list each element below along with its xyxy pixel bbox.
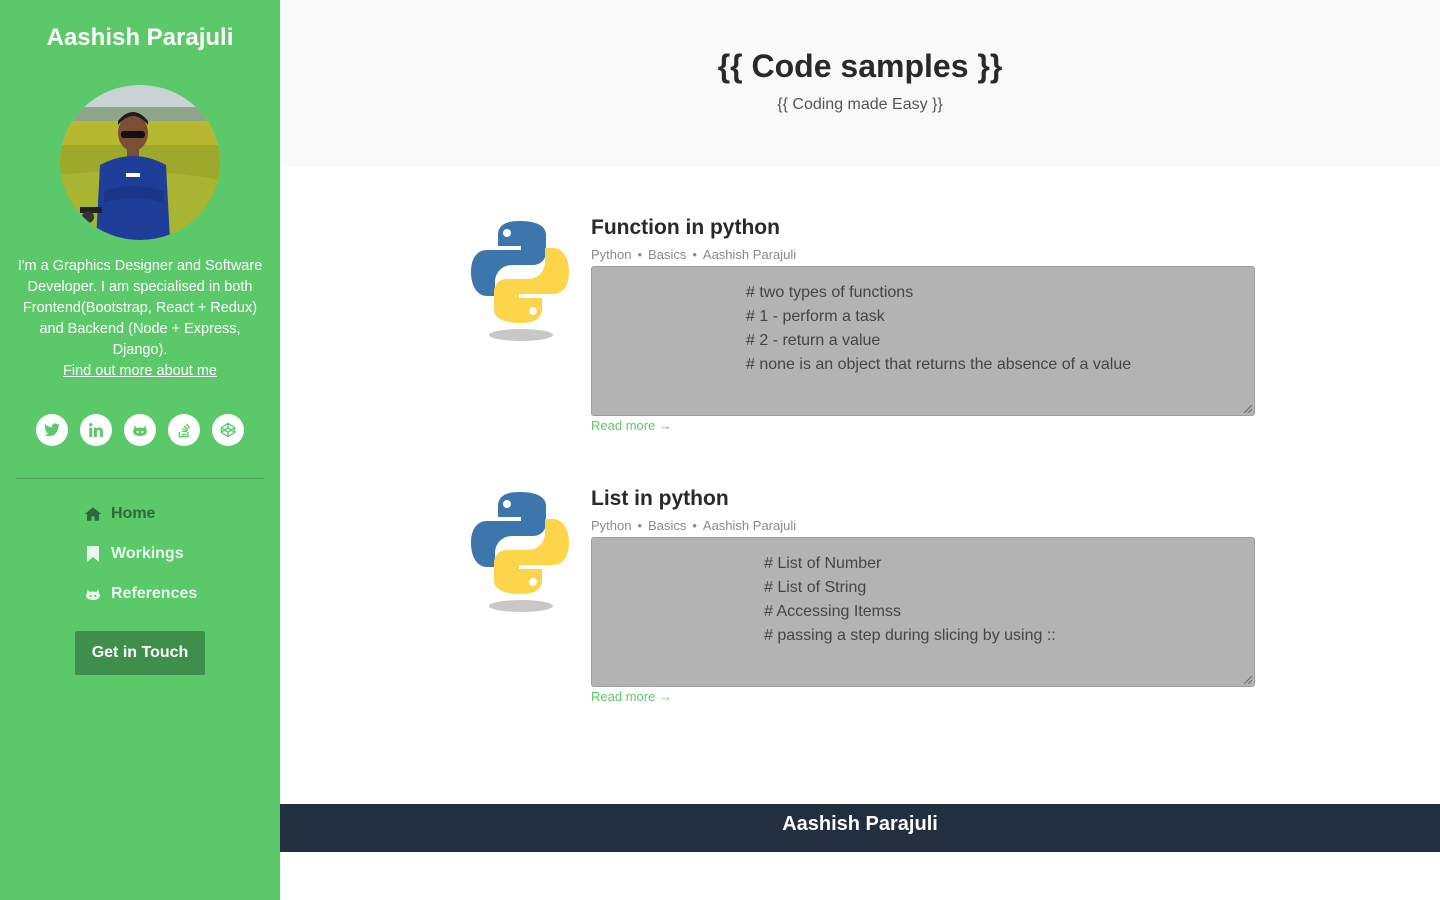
get-in-touch-button[interactable]: Get in Touch (75, 631, 205, 675)
nav-label-workings: Workings (111, 545, 184, 562)
sidebar-divider (16, 478, 264, 479)
meta-separator: • (637, 518, 643, 533)
page-title: {{ Code samples }} (717, 48, 1003, 84)
home-icon (84, 505, 102, 523)
stack-overflow-link[interactable] (168, 414, 200, 446)
post-author: Aashish Parajuli (702, 518, 797, 533)
read-more-link[interactable]: Read more → (591, 418, 672, 433)
twitter-icon (44, 423, 60, 437)
python-logo-icon (470, 216, 570, 346)
linkedin-link[interactable] (80, 414, 112, 446)
python-logo-icon (470, 487, 570, 617)
about-link[interactable]: Find out more about me (63, 363, 217, 379)
code-textarea[interactable]: # two types of functions # 1 - perform a… (591, 266, 1255, 416)
code-line: # passing a step during slicing by using… (764, 627, 1056, 644)
social-links (0, 414, 280, 446)
resize-handle-icon[interactable] (1244, 405, 1252, 413)
resize-handle-icon[interactable] (1244, 676, 1252, 684)
post-title[interactable]: List in python (591, 487, 729, 511)
post-tag: Basics (648, 247, 687, 262)
post-category: Python (591, 247, 632, 262)
github-icon (133, 425, 147, 436)
meta-separator: • (692, 518, 697, 533)
code-line: # 2 - return a value (746, 332, 881, 349)
code-line: # none is an object that returns the abs… (746, 356, 1132, 373)
bookmark-icon (84, 545, 102, 563)
code-line: # Accessing Itemss (764, 603, 901, 620)
post-category: Python (591, 518, 632, 533)
footer-text: Aashish Parajuli (782, 813, 938, 835)
sidebar-nav: Home Workings References (84, 500, 197, 620)
github-icon (84, 585, 102, 603)
github-link[interactable] (124, 414, 156, 446)
sidebar: Aashish Parajuli I'm a Graphics Designer… (0, 0, 280, 900)
code-line: # List of String (764, 579, 867, 596)
stack-overflow-icon (178, 423, 191, 438)
code-line: # 1 - perform a task (746, 308, 885, 325)
code-line: # two types of functions (746, 284, 914, 301)
meta-separator: • (692, 247, 697, 262)
meta-separator: • (637, 247, 643, 262)
nav-label-home: Home (111, 505, 156, 522)
nav-item-references[interactable]: References (84, 580, 197, 608)
bio-text: I'm a Graphics Designer and Software Dev… (17, 258, 263, 358)
twitter-link[interactable] (36, 414, 68, 446)
bio: I'm a Graphics Designer and Software Dev… (16, 256, 264, 382)
post-author: Aashish Parajuli (702, 247, 797, 262)
code-textarea[interactable]: # List of Number # List of String # Acce… (591, 537, 1255, 687)
nav-item-home[interactable]: Home (84, 500, 197, 528)
post-title[interactable]: Function in python (591, 216, 780, 240)
nav-label-references: References (111, 585, 198, 602)
linkedin-icon (89, 423, 103, 437)
codepen-icon (220, 422, 236, 438)
post-tag: Basics (648, 518, 687, 533)
page-header: {{ Code samples }} {{ Coding made Easy }… (280, 0, 1440, 166)
read-more-link[interactable]: Read more → (591, 689, 672, 704)
site-name[interactable]: Aashish Parajuli (0, 24, 280, 52)
post-meta: Python • Basics • Aashish Parajuli (591, 518, 796, 533)
page-footer: Aashish Parajuli (280, 804, 1440, 852)
code-line: # List of Number (764, 555, 882, 572)
nav-item-workings[interactable]: Workings (84, 540, 197, 568)
post-meta: Python • Basics • Aashish Parajuli (591, 247, 796, 262)
avatar (60, 85, 220, 240)
page-subtitle: {{ Coding made Easy }} (777, 96, 943, 113)
codepen-link[interactable] (212, 414, 244, 446)
